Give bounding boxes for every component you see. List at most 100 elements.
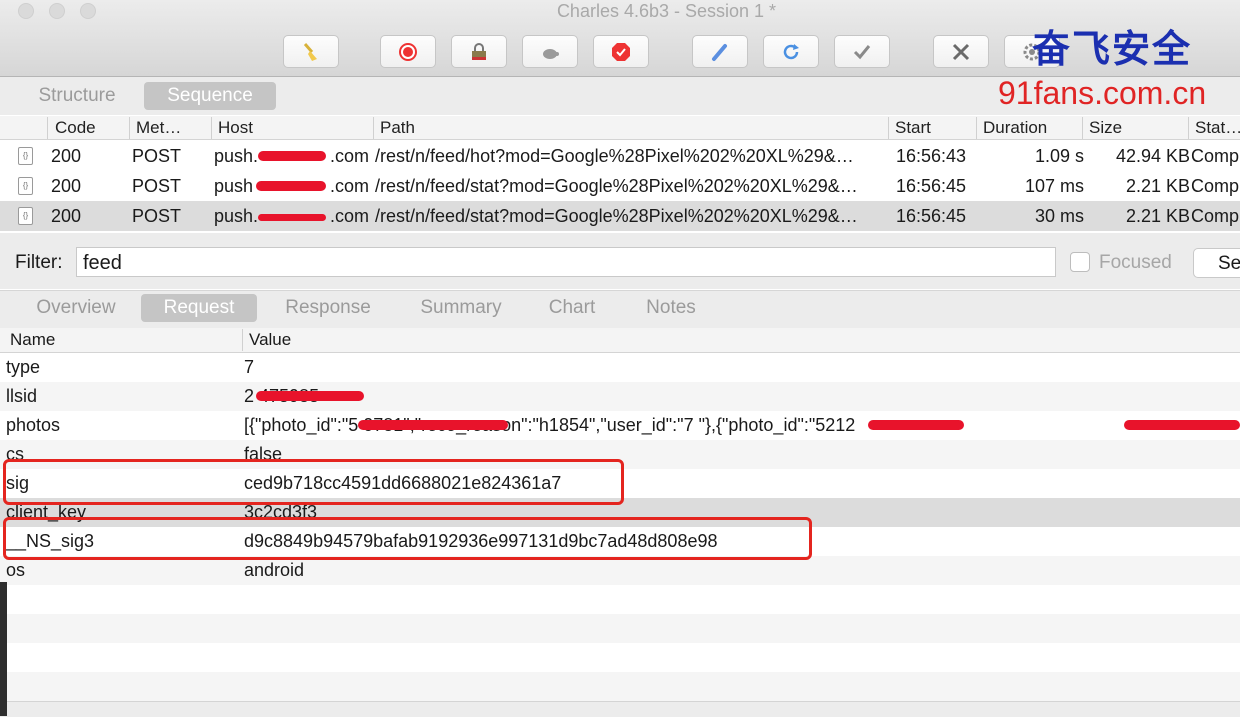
empty-row [0, 643, 1240, 672]
session-code: 200 [51, 206, 82, 226]
session-method: POST [132, 176, 182, 196]
session-host-suffix: .com [330, 176, 370, 196]
param-name: photos [6, 415, 61, 435]
focused-checkbox[interactable] [1070, 252, 1090, 272]
column-start[interactable]: Start [895, 117, 931, 139]
bottom-scrollbar[interactable] [0, 701, 1240, 717]
param-row[interactable] [0, 353, 1240, 382]
column-status[interactable]: Stat… [1195, 117, 1240, 139]
pen-icon [712, 43, 727, 61]
highlight-box-ns-sig3 [3, 517, 812, 560]
session-host-prefix: push [214, 176, 254, 196]
session-path: /rest/n/feed/stat?mod=Google%28Pixel%202… [375, 176, 858, 196]
column-duration[interactable]: Duration [983, 117, 1047, 139]
tools-icon [952, 43, 970, 60]
column-code[interactable]: Code [55, 117, 96, 139]
redaction-mark [258, 151, 326, 161]
stop-icon [612, 42, 630, 61]
highlight-box-sig [3, 459, 624, 505]
column-size[interactable]: Size [1089, 117, 1122, 139]
empty-row [0, 672, 1240, 701]
ssl-proxying-button[interactable] [451, 35, 507, 68]
tab-request[interactable]: Request [141, 294, 257, 322]
check-icon [853, 44, 871, 59]
session-duration: 30 ms [1034, 206, 1084, 226]
filter-input[interactable]: feed [76, 247, 1056, 277]
session-host-prefix: push. [214, 146, 259, 166]
document-icon: {} [18, 177, 33, 195]
tab-response[interactable]: Response [272, 294, 384, 322]
filter-settings-button[interactable]: Se [1193, 248, 1240, 278]
session-host-suffix: .com [330, 206, 370, 226]
session-size: 2.21 KB [1125, 176, 1190, 196]
session-code: 200 [51, 176, 82, 196]
param-name: type [6, 357, 41, 377]
column-value[interactable]: Value [249, 330, 291, 350]
param-row[interactable] [0, 556, 1240, 585]
session-path: /rest/n/feed/hot?mod=Google%28Pixel%202%… [375, 146, 854, 166]
session-path: /rest/n/feed/stat?mod=Google%28Pixel%202… [375, 206, 858, 226]
tab-notes[interactable]: Notes [634, 294, 708, 322]
session-start: 16:56:45 [896, 206, 967, 226]
tab-chart[interactable]: Chart [537, 294, 607, 322]
column-name[interactable]: Name [10, 330, 55, 350]
redaction-mark [358, 420, 508, 430]
clear-session-button[interactable] [283, 35, 339, 68]
session-status: Comp [1191, 146, 1240, 166]
session-status: Comp [1191, 176, 1240, 196]
sequence-table-header [0, 116, 1240, 140]
tab-sequence[interactable]: Sequence [144, 82, 276, 110]
redaction-mark [868, 420, 964, 430]
column-path[interactable]: Path [380, 117, 415, 139]
lock-icon [472, 42, 486, 60]
column-host[interactable]: Host [218, 117, 253, 139]
session-code: 200 [51, 146, 82, 166]
redaction-mark [256, 391, 364, 401]
column-method[interactable]: Met… [136, 117, 181, 139]
empty-row [0, 614, 1240, 643]
tab-overview[interactable]: Overview [24, 294, 128, 322]
param-value: [{"photo_id":"5 0781","reco_reason":"h18… [244, 415, 856, 435]
broom-icon [303, 42, 317, 61]
redaction-mark [1124, 420, 1240, 430]
focused-label[interactable]: Focused [1099, 252, 1172, 274]
session-duration: 1.09 s [1034, 146, 1084, 166]
param-name: os [6, 560, 26, 580]
session-method: POST [132, 146, 182, 166]
session-method: POST [132, 206, 182, 226]
watermark-chinese: 奋飞安全 [1032, 26, 1193, 71]
params-table-header [0, 328, 1240, 353]
compose-button[interactable] [692, 35, 748, 68]
record-icon [399, 42, 417, 61]
refresh-icon [783, 43, 799, 59]
param-row[interactable] [0, 382, 1240, 411]
validate-button[interactable] [834, 35, 890, 68]
tab-summary[interactable]: Summary [407, 294, 515, 322]
session-host-suffix: .com [330, 146, 370, 166]
document-icon: {} [18, 147, 33, 165]
tools-button[interactable] [933, 35, 989, 68]
tab-structure[interactable]: Structure [24, 82, 130, 110]
watermark-url: 91fans.com.cn [998, 75, 1207, 111]
redaction-mark [258, 214, 326, 221]
session-start: 16:56:45 [896, 176, 967, 196]
window-edge [0, 582, 7, 716]
filter-label: Filter: [15, 252, 63, 273]
session-status: Comp [1191, 206, 1240, 226]
param-value: 7 [244, 357, 255, 377]
redaction-mark [256, 181, 326, 191]
session-host-prefix: push. [214, 206, 259, 226]
session-size: 42.94 KB [1115, 146, 1190, 166]
param-name: llsid [6, 386, 38, 406]
throttle-button[interactable] [522, 35, 578, 68]
session-size: 2.21 KB [1125, 206, 1190, 226]
turtle-icon [543, 48, 559, 59]
param-value: android [244, 560, 305, 580]
session-duration: 107 ms [1024, 176, 1084, 196]
document-icon: {} [18, 207, 33, 225]
session-start: 16:56:43 [896, 146, 967, 166]
breakpoints-button[interactable] [593, 35, 649, 68]
repeat-button[interactable] [763, 35, 819, 68]
empty-row [0, 585, 1240, 614]
record-button[interactable] [380, 35, 436, 68]
